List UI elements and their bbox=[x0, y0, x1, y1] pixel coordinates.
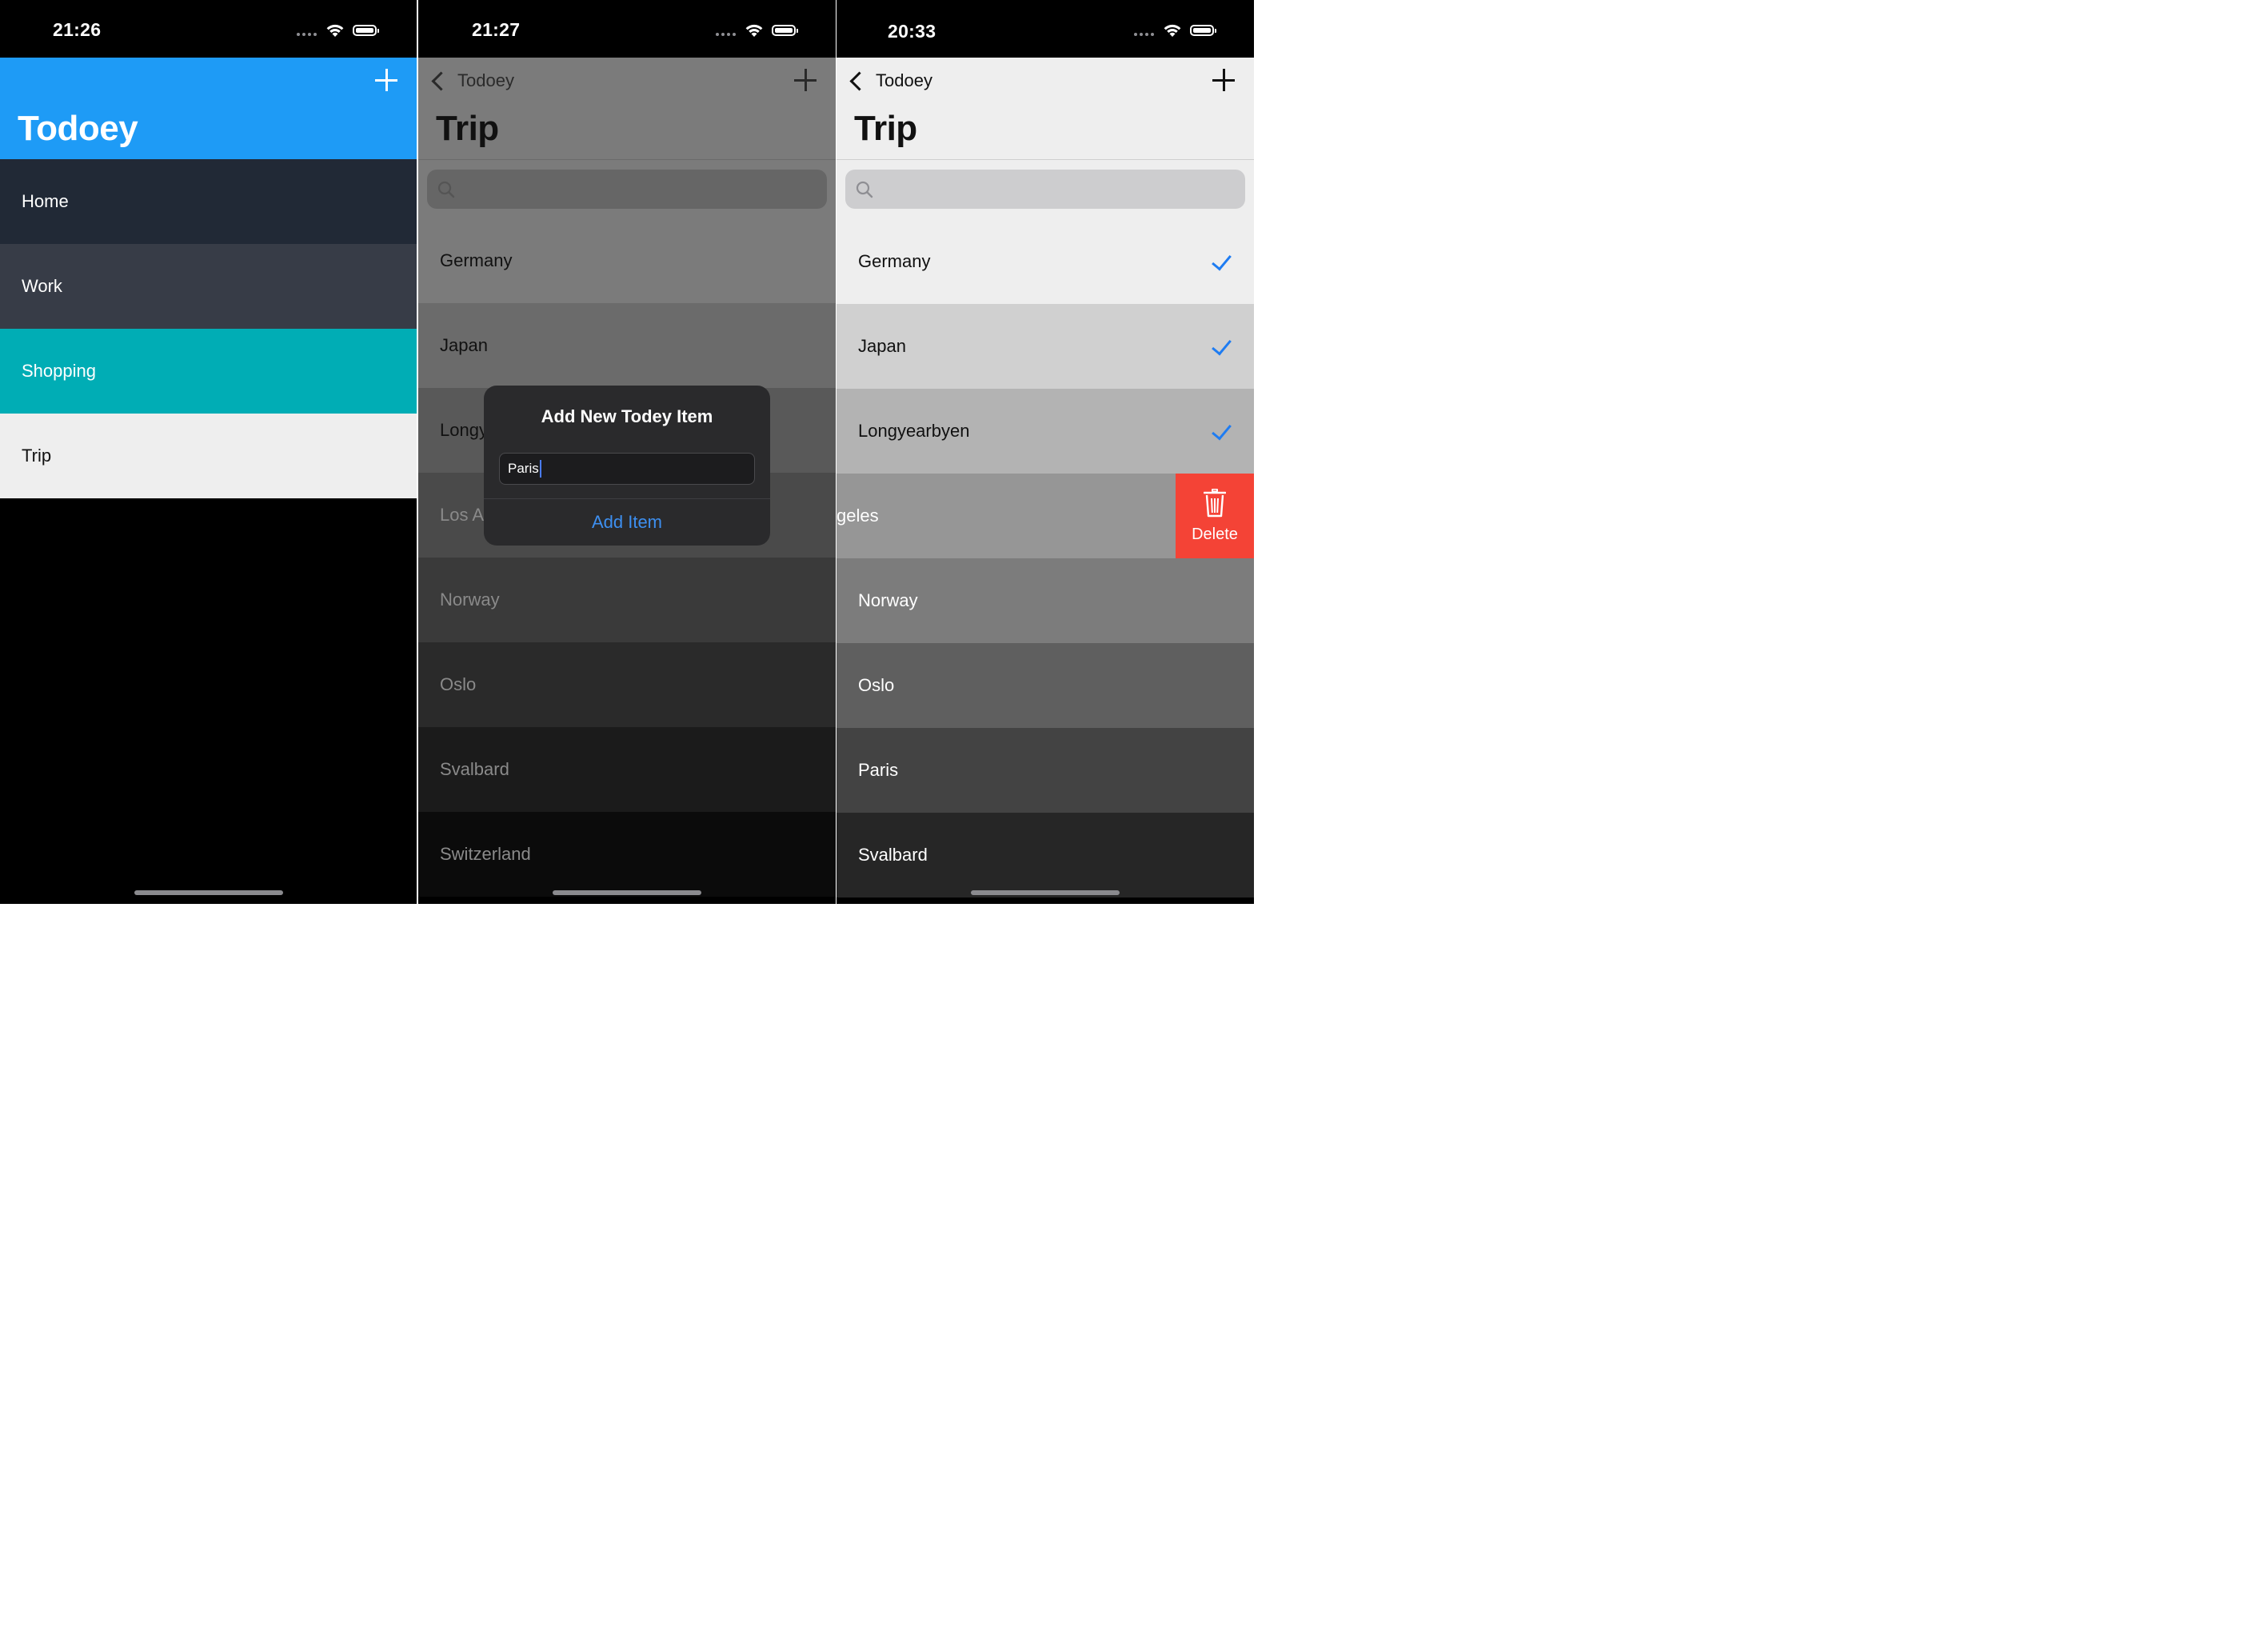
category-row[interactable]: Shopping bbox=[0, 329, 417, 414]
item-row-label: Los A bbox=[440, 505, 485, 525]
item-row-label: Svalbard bbox=[440, 759, 509, 779]
item-row[interactable]: Oslo bbox=[418, 642, 836, 727]
navigation-bar: Todoey Trip bbox=[418, 58, 836, 159]
battery-icon bbox=[353, 25, 379, 36]
item-row-label: Longyearbyen bbox=[858, 421, 970, 441]
battery-icon bbox=[1190, 25, 1216, 36]
item-row-label: Germany bbox=[440, 250, 513, 270]
item-row[interactable]: Svalbard bbox=[418, 727, 836, 812]
chevron-left-icon bbox=[431, 70, 451, 91]
status-time: 20:33 bbox=[888, 21, 936, 42]
item-row-label: Japan bbox=[440, 335, 488, 355]
delete-button[interactable]: Delete bbox=[1176, 474, 1254, 558]
home-indicator bbox=[134, 890, 283, 895]
item-row[interactable]: Norway bbox=[837, 558, 1254, 643]
status-icons bbox=[297, 22, 385, 40]
category-row-label: Home bbox=[22, 191, 69, 211]
battery-icon bbox=[772, 25, 798, 36]
back-button-label: Todoey bbox=[876, 70, 932, 90]
cellular-signal-icon bbox=[716, 33, 736, 36]
item-row-label: Oslo bbox=[440, 674, 477, 694]
item-row-label: Norway bbox=[440, 590, 500, 610]
item-row[interactable]: Oslo bbox=[837, 643, 1254, 728]
navigation-bar: Todoey bbox=[0, 58, 417, 159]
phone-screen-add-item-alert: 21:27 Todoey Trip Germany Japan Longy Lo… bbox=[418, 0, 836, 904]
item-row[interactable]: Japan bbox=[837, 304, 1254, 389]
page-title: Todoey bbox=[18, 109, 138, 148]
category-row[interactable]: Home bbox=[0, 159, 417, 244]
phone-screen-categories: 21:26 Todoey Home Work Shopping Trip bbox=[0, 0, 417, 904]
page-title: Trip bbox=[436, 109, 499, 148]
delete-button-label: Delete bbox=[1192, 525, 1238, 543]
back-button[interactable]: Todoey bbox=[846, 69, 932, 93]
new-item-text-field[interactable]: Paris bbox=[499, 453, 755, 485]
item-row-label: Svalbard bbox=[858, 845, 928, 865]
item-row[interactable]: Norway bbox=[418, 558, 836, 642]
home-indicator bbox=[553, 890, 701, 895]
alert-title: Add New Todey Item bbox=[541, 406, 713, 426]
cellular-signal-icon bbox=[1134, 33, 1154, 36]
item-row[interactable]: Germany bbox=[837, 219, 1254, 304]
navigation-bar: Todoey Trip bbox=[837, 58, 1254, 159]
item-row-label: Switzerland bbox=[440, 844, 531, 864]
item-row[interactable]: Longyearbyen bbox=[837, 389, 1254, 474]
status-bar: 21:26 bbox=[0, 0, 417, 58]
item-row-label: Germany bbox=[858, 251, 931, 271]
checkmark-icon bbox=[1212, 250, 1232, 271]
wifi-icon bbox=[1164, 24, 1181, 37]
category-row[interactable]: Trip bbox=[0, 414, 417, 498]
item-row-label: geles bbox=[837, 506, 879, 526]
item-row[interactable]: Japan bbox=[418, 303, 836, 388]
plus-icon[interactable] bbox=[375, 69, 399, 93]
item-row-label: Paris bbox=[858, 760, 899, 780]
item-row[interactable]: Germany bbox=[418, 218, 836, 303]
search-bar-container bbox=[837, 159, 1254, 220]
item-row[interactable]: Switzerland bbox=[418, 812, 836, 897]
plus-icon[interactable] bbox=[794, 69, 818, 93]
status-time: 21:27 bbox=[472, 19, 521, 40]
status-bar: 20:33 bbox=[837, 0, 1254, 58]
category-row[interactable]: Work bbox=[0, 244, 417, 329]
status-icons bbox=[1134, 22, 1222, 40]
checkmark-icon bbox=[1212, 334, 1232, 356]
add-item-button[interactable]: Add Item bbox=[484, 499, 770, 546]
page-title: Trip bbox=[854, 109, 917, 148]
phone-screen-swipe-delete: 20:33 Todoey Trip Germany Japan Longyear… bbox=[837, 0, 1254, 904]
home-indicator bbox=[971, 890, 1120, 895]
wifi-icon bbox=[326, 24, 344, 37]
chevron-left-icon bbox=[849, 70, 869, 91]
cellular-signal-icon bbox=[297, 33, 317, 36]
item-row-label: Longy bbox=[440, 420, 488, 440]
search-input[interactable] bbox=[845, 170, 1245, 209]
screenshot-collage: 21:26 Todoey Home Work Shopping Trip 21:27 bbox=[0, 0, 1254, 904]
category-row-label: Work bbox=[22, 276, 62, 296]
trash-icon bbox=[1204, 488, 1226, 517]
category-row-label: Shopping bbox=[22, 361, 96, 381]
add-item-alert: Add New Todey Item Paris Add Item bbox=[484, 386, 770, 546]
text-field-value: Paris bbox=[508, 461, 539, 476]
wifi-icon bbox=[745, 24, 763, 37]
back-button-label: Todoey bbox=[457, 70, 514, 90]
search-input[interactable] bbox=[427, 170, 827, 209]
item-row[interactable]: Svalbard bbox=[837, 813, 1254, 897]
text-cursor bbox=[539, 460, 541, 478]
search-bar-container bbox=[418, 159, 836, 220]
item-row-label: Norway bbox=[858, 590, 918, 610]
back-button[interactable]: Todoey bbox=[428, 69, 514, 93]
search-icon bbox=[437, 181, 455, 198]
search-icon bbox=[856, 181, 873, 198]
status-time: 21:26 bbox=[53, 19, 102, 40]
item-row[interactable]: Paris bbox=[837, 728, 1254, 813]
category-row-label: Trip bbox=[22, 446, 52, 466]
checkmark-icon bbox=[1212, 419, 1232, 441]
item-row-label: Oslo bbox=[858, 675, 895, 695]
plus-icon[interactable] bbox=[1212, 69, 1236, 93]
status-icons bbox=[716, 22, 804, 40]
status-bar: 21:27 bbox=[418, 0, 836, 58]
item-row-label: Japan bbox=[858, 336, 906, 356]
